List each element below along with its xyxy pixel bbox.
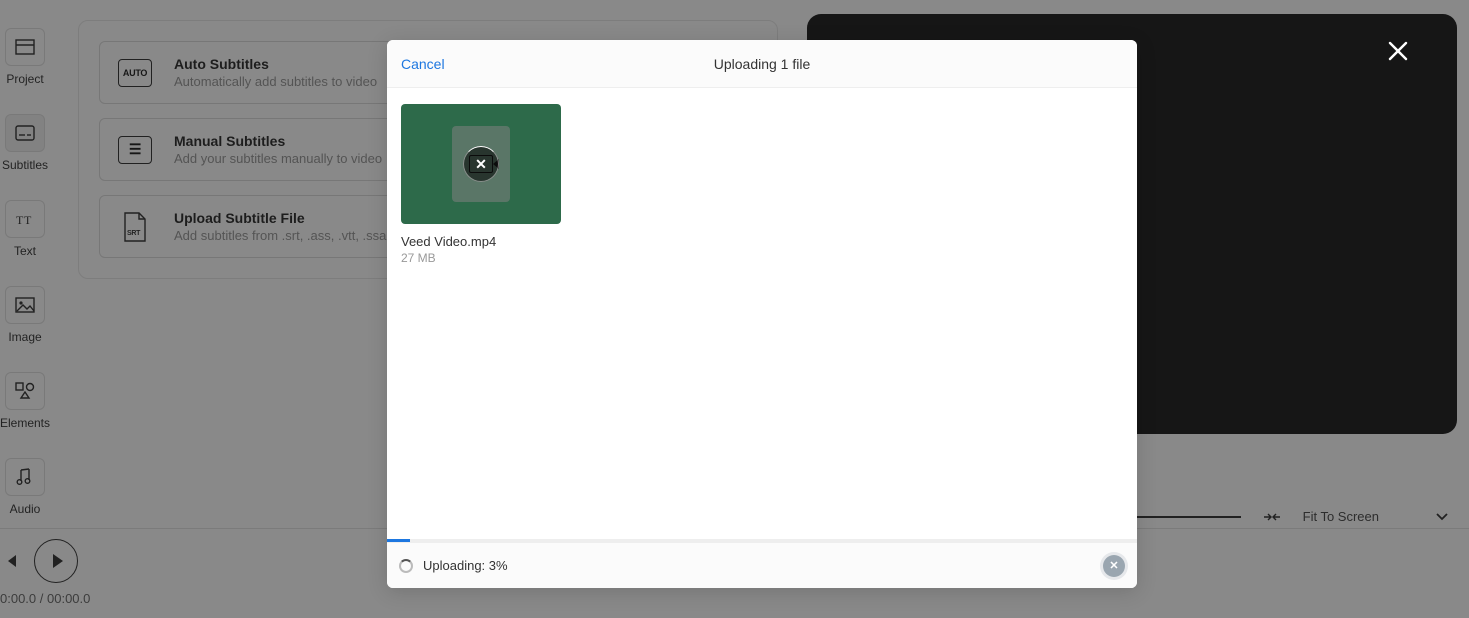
file-thumbnail: ✕ [401, 104, 561, 224]
cancel-button[interactable]: Cancel [401, 56, 445, 72]
cancel-upload-button[interactable]: ✕ [1103, 555, 1125, 577]
modal-header: Cancel Uploading 1 file [387, 40, 1137, 88]
spinner-icon [399, 559, 413, 573]
modal-footer: Uploading: 3% ✕ [387, 539, 1137, 588]
file-size: 27 MB [401, 251, 561, 265]
close-icon[interactable] [1387, 40, 1409, 62]
file-name: Veed Video.mp4 [401, 234, 561, 249]
modal-title: Uploading 1 file [714, 56, 811, 72]
upload-modal: Cancel Uploading 1 file ✕ Veed Video.mp4… [387, 40, 1137, 588]
upload-progress-fill [387, 539, 410, 542]
cancel-file-upload-button[interactable]: ✕ [463, 146, 499, 182]
uploading-file-card: ✕ Veed Video.mp4 27 MB [401, 104, 561, 265]
upload-status: Uploading: 3% [423, 558, 508, 573]
upload-progress-bar [387, 539, 1137, 542]
modal-body: ✕ Veed Video.mp4 27 MB [387, 88, 1137, 539]
